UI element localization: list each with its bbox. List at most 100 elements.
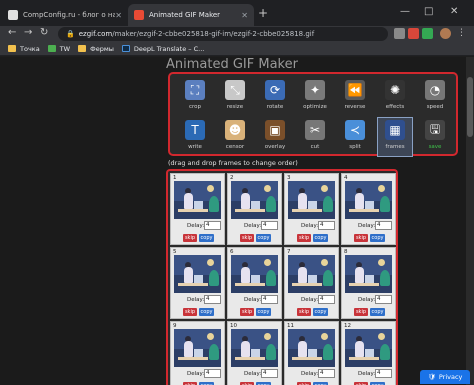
skip-button[interactable]: skip bbox=[354, 308, 368, 316]
delay-input[interactable]: 4 bbox=[318, 295, 335, 304]
tool-resize[interactable]: ⤡ resize bbox=[218, 78, 252, 116]
maximize-button[interactable]: □ bbox=[424, 6, 433, 17]
frame-thumbnail[interactable] bbox=[231, 181, 278, 219]
tool-label: frames bbox=[385, 144, 405, 150]
thumb-moon bbox=[321, 259, 328, 266]
frame-thumbnail[interactable] bbox=[345, 329, 392, 367]
close-window-button[interactable]: ✕ bbox=[450, 6, 458, 17]
crop-icon: ⛶ bbox=[185, 80, 205, 100]
tool-rotate[interactable]: ⟳ rotate bbox=[258, 78, 292, 116]
bookmark-item[interactable]: TW bbox=[47, 45, 70, 53]
url-field[interactable]: 🔒 ezgif.com /maker/ezgif-2-cbbe025818-gi… bbox=[58, 27, 388, 41]
scrollbar-thumb[interactable] bbox=[467, 77, 473, 137]
delay-input[interactable]: 4 bbox=[318, 369, 335, 378]
tool-save[interactable]: 🖫 save bbox=[418, 118, 452, 156]
delay-input[interactable]: 4 bbox=[204, 221, 221, 230]
back-button[interactable]: ← bbox=[8, 27, 16, 38]
skip-button[interactable]: skip bbox=[297, 234, 311, 242]
bookmark-item[interactable]: DeepL Translate – С... bbox=[121, 45, 204, 53]
copy-button[interactable]: copy bbox=[370, 234, 385, 242]
tab-compconfig[interactable]: CompConfig.ru - блог о настрой ✕ bbox=[2, 4, 128, 26]
close-tab-icon[interactable]: ✕ bbox=[115, 11, 122, 20]
delay-input[interactable]: 4 bbox=[204, 295, 221, 304]
bookmark-item[interactable]: Фермы bbox=[78, 45, 114, 53]
tool-optimize[interactable]: ✦ optimize bbox=[298, 78, 332, 116]
tool-frames[interactable]: ▦ frames bbox=[377, 117, 413, 157]
copy-button[interactable]: copy bbox=[313, 234, 328, 242]
skip-button[interactable]: skip bbox=[183, 308, 197, 316]
rotate-icon: ⟳ bbox=[265, 80, 285, 100]
thumb-plant bbox=[380, 344, 390, 360]
tab-animated-gif-maker[interactable]: Animated GIF Maker ✕ bbox=[128, 4, 254, 26]
frame-card[interactable]: 12Delay:4skipcopy bbox=[341, 321, 396, 385]
delay-input[interactable]: 4 bbox=[375, 221, 392, 230]
frame-card[interactable]: 7 Delay: 4 skip copy bbox=[284, 247, 339, 319]
new-tab-button[interactable]: + bbox=[258, 6, 268, 20]
thumb-desk bbox=[178, 283, 208, 286]
delay-input[interactable]: 4 bbox=[261, 295, 278, 304]
frame-thumbnail[interactable] bbox=[288, 255, 335, 293]
skip-button[interactable]: skip bbox=[240, 234, 254, 242]
skip-button[interactable]: skip bbox=[354, 234, 368, 242]
delay-input[interactable]: 4 bbox=[318, 221, 335, 230]
tool-cut[interactable]: ✂ cut bbox=[298, 118, 332, 156]
frames-icon: ▦ bbox=[385, 120, 405, 140]
delay-input[interactable]: 4 bbox=[375, 369, 392, 378]
tool-speed[interactable]: ◔ speed bbox=[418, 78, 452, 116]
thumb-laptop bbox=[308, 275, 317, 283]
frame-thumbnail[interactable] bbox=[288, 181, 335, 219]
skip-button[interactable]: skip bbox=[183, 234, 197, 242]
lock-icon[interactable]: 🔒 bbox=[66, 30, 75, 38]
frame-card[interactable]: 10Delay:4skipcopy bbox=[227, 321, 282, 385]
url-path: /maker/ezgif-2-cbbe025818-gif-im/ezgif-2… bbox=[112, 30, 315, 38]
delay-input[interactable]: 4 bbox=[261, 369, 278, 378]
frame-thumbnail[interactable] bbox=[174, 329, 221, 367]
tool-split[interactable]: ≺ split bbox=[338, 118, 372, 156]
privacy-button[interactable]: 🛡 Privacy bbox=[420, 370, 470, 384]
copy-button[interactable]: copy bbox=[370, 308, 385, 316]
profile-avatar[interactable] bbox=[440, 28, 451, 39]
frame-card[interactable]: 11Delay:4skipcopy bbox=[284, 321, 339, 385]
frame-thumbnail[interactable] bbox=[231, 329, 278, 367]
frame-thumbnail[interactable] bbox=[174, 255, 221, 293]
delay-input[interactable]: 4 bbox=[261, 221, 278, 230]
extension-red-icon[interactable] bbox=[408, 28, 419, 39]
frame-card[interactable]: 5 Delay: 4 skip copy bbox=[170, 247, 225, 319]
tool-effects[interactable]: ✺ effects bbox=[378, 78, 412, 116]
menu-icon[interactable]: ⋮ bbox=[456, 28, 467, 39]
tool-censor[interactable]: ☻ censor bbox=[218, 118, 252, 156]
close-tab-icon[interactable]: ✕ bbox=[241, 11, 248, 20]
frame-thumbnail[interactable] bbox=[345, 255, 392, 293]
frame-card[interactable]: 3 Delay: 4 skip copy bbox=[284, 173, 339, 245]
delay-input[interactable]: 4 bbox=[375, 295, 392, 304]
frame-thumbnail[interactable] bbox=[231, 255, 278, 293]
copy-button[interactable]: copy bbox=[199, 234, 214, 242]
frame-thumbnail[interactable] bbox=[174, 181, 221, 219]
copy-button[interactable]: copy bbox=[199, 308, 214, 316]
skip-button[interactable]: skip bbox=[240, 308, 254, 316]
delay-input[interactable]: 4 bbox=[204, 369, 221, 378]
tool-reverse[interactable]: ⏪ reverse bbox=[338, 78, 372, 116]
frame-thumbnail[interactable] bbox=[288, 329, 335, 367]
frame-card[interactable]: 2 Delay: 4 skip copy bbox=[227, 173, 282, 245]
share-icon[interactable] bbox=[394, 28, 405, 39]
frame-thumbnail[interactable] bbox=[345, 181, 392, 219]
frame-card[interactable]: 9Delay:4skipcopy bbox=[170, 321, 225, 385]
frame-card[interactable]: 4 Delay: 4 skip copy bbox=[341, 173, 396, 245]
forward-button[interactable]: → bbox=[24, 27, 32, 38]
bookmark-item[interactable]: Точка bbox=[8, 45, 40, 53]
tool-crop[interactable]: ⛶ crop bbox=[178, 78, 212, 116]
thumb-person bbox=[241, 341, 250, 357]
copy-button[interactable]: copy bbox=[256, 308, 271, 316]
tool-write[interactable]: Twrite bbox=[178, 118, 212, 156]
skip-button[interactable]: skip bbox=[297, 308, 311, 316]
frame-card[interactable]: 8 Delay: 4 skip copy bbox=[341, 247, 396, 319]
frame-card[interactable]: 1 Delay: 4 skip copy bbox=[170, 173, 225, 245]
copy-button[interactable]: copy bbox=[313, 308, 328, 316]
tool-overlay[interactable]: ▣ overlay bbox=[258, 118, 292, 156]
reload-button[interactable]: ↻ bbox=[40, 27, 48, 38]
copy-button[interactable]: copy bbox=[256, 234, 271, 242]
extension-green-icon[interactable] bbox=[422, 28, 433, 39]
frame-card[interactable]: 6 Delay: 4 skip copy bbox=[227, 247, 282, 319]
minimize-button[interactable]: — bbox=[400, 6, 410, 17]
